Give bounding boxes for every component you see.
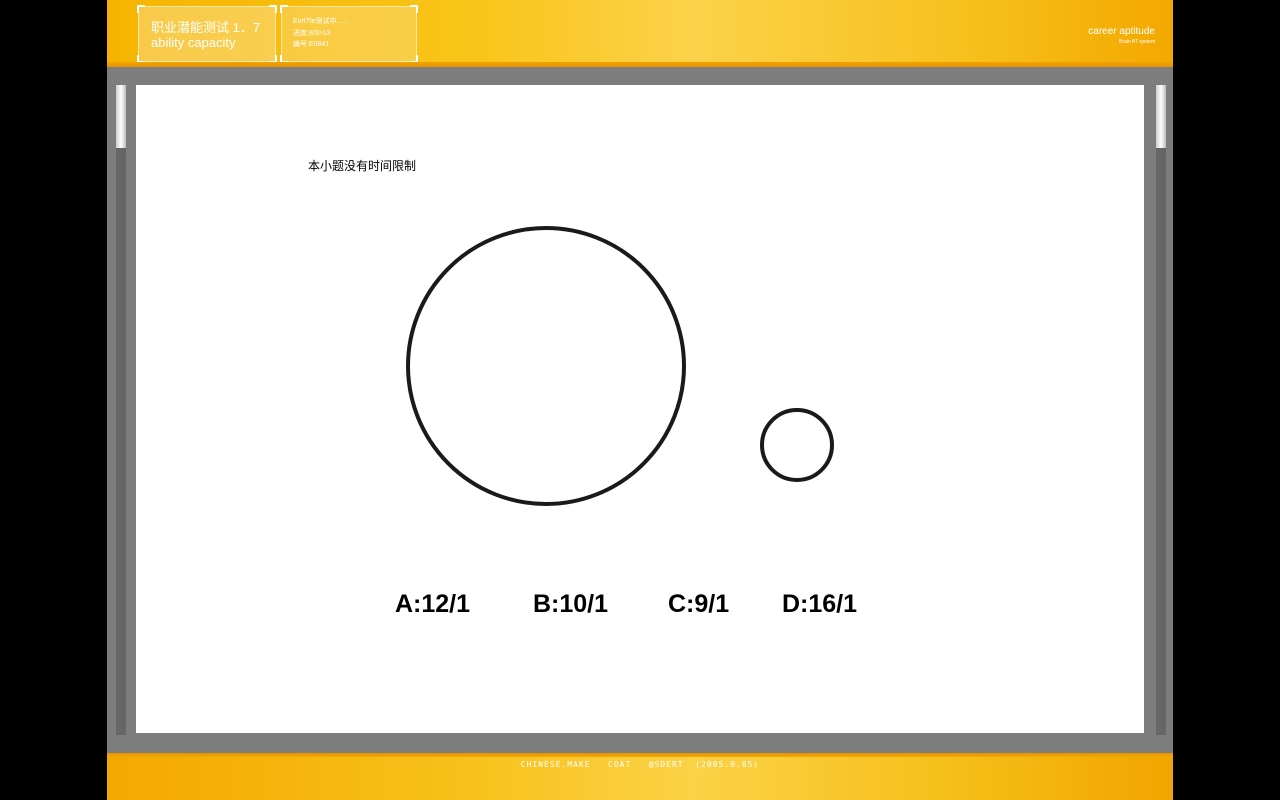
corner-bracket <box>280 5 288 13</box>
option-d[interactable]: D:16/1 <box>782 590 857 619</box>
status-text: EortTle测试中...... <box>293 18 349 25</box>
scrollbar-thumb[interactable] <box>1156 85 1166 148</box>
corner-bracket <box>137 55 145 63</box>
option-c[interactable]: C:9/1 <box>668 590 729 619</box>
right-scrollbar[interactable] <box>1156 85 1166 735</box>
answer-options: A:12/1 B:10/1 C:9/1 D:16/1 <box>136 590 1144 626</box>
corner-bracket <box>269 55 277 63</box>
corner-bracket <box>410 55 418 63</box>
header-bar: 职业潜能测试 1．7 ability capacity EortTle测试中..… <box>107 0 1173 67</box>
option-a[interactable]: A:12/1 <box>395 590 470 619</box>
app-subtitle: ability capacity <box>151 35 236 50</box>
title-box: 职业潜能测试 1．7 ability capacity <box>137 5 277 63</box>
bottom-divider <box>107 735 1173 753</box>
progress-text: 进度:8/3>13 <box>293 30 331 37</box>
brand-subtitle: Brain AT system <box>1119 39 1155 45</box>
small-circle <box>760 408 834 482</box>
question-figure <box>406 226 834 506</box>
id-text: 编号:E0841 <box>293 41 330 48</box>
app-window: 职业潜能测试 1．7 ability capacity EortTle测试中..… <box>107 0 1173 800</box>
app-title: 职业潜能测试 1．7 <box>151 20 261 35</box>
brand-name: career aptitude <box>1088 26 1155 37</box>
footer-credit: CHINESE.MAKE COAT @SDERT (2005.9.05) <box>520 760 760 769</box>
scrollbar-thumb[interactable] <box>116 85 126 148</box>
progress-info-box: EortTle测试中...... 进度:8/3>13 编号:E0841 <box>280 5 418 63</box>
corner-bracket <box>280 55 288 63</box>
corner-bracket <box>410 5 418 13</box>
footer-bar: CHINESE.MAKE COAT @SDERT (2005.9.05) <box>107 753 1173 800</box>
large-circle <box>406 226 686 506</box>
corner-bracket <box>137 5 145 13</box>
corner-bracket <box>269 5 277 13</box>
left-scrollbar[interactable] <box>116 85 126 735</box>
question-panel: 本小题没有时间限制 A:12/1 B:10/1 C:9/1 D:16/1 <box>136 85 1144 733</box>
option-b[interactable]: B:10/1 <box>533 590 608 619</box>
